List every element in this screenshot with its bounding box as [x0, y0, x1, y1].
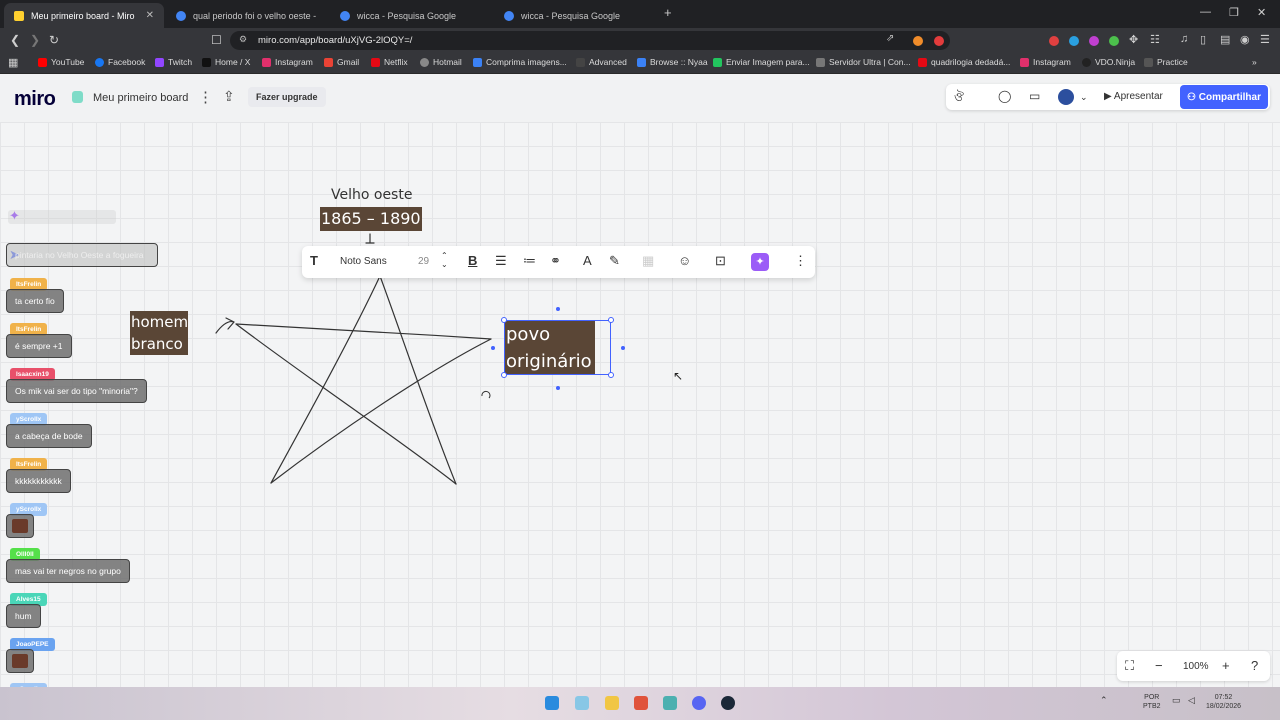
- fill-color-icon[interactable]: ▦: [642, 253, 654, 269]
- chat-message: a cabeça de bode: [6, 424, 92, 448]
- search-taskbar-icon[interactable]: [575, 696, 589, 710]
- chat-message: Os mik vai ser do tipo "minoria"?: [6, 379, 147, 403]
- font-size-stepper-icon[interactable]: ⌃ ⌄: [441, 251, 448, 269]
- tray-chevron-icon[interactable]: ⌃: [1100, 696, 1108, 705]
- resize-handle[interactable]: [608, 372, 614, 378]
- mouse-cursor-icon: ↖: [673, 369, 684, 383]
- discord-icon[interactable]: [692, 696, 706, 710]
- star-stroke-3: [235, 323, 492, 340]
- more-options-icon[interactable]: ⋮: [794, 253, 807, 269]
- share-button[interactable]: ⚇ Compartilhar: [1180, 85, 1268, 109]
- chat-message: kkkkkkkkkkk: [6, 469, 71, 493]
- chat-message-emote: [6, 649, 34, 673]
- share-label: Compartilhar: [1198, 91, 1261, 103]
- lang-text: POR: [1144, 694, 1160, 701]
- connector-point[interactable]: [621, 346, 625, 350]
- highlight-icon[interactable]: ✎: [609, 253, 620, 269]
- network-icon[interactable]: ▭: [1172, 696, 1181, 705]
- connector-stroke: [365, 233, 375, 244]
- miro-top-bar: miro Meu primeiro board ⋮ ⇪ Fazer upgrad…: [0, 74, 1280, 122]
- fit-screen-icon[interactable]: ⛶: [1125, 658, 1134, 674]
- app-icon[interactable]: [663, 696, 677, 710]
- resize-handle[interactable]: [501, 317, 507, 323]
- chat-message: é sempre +1: [6, 334, 72, 358]
- start-icon[interactable]: [545, 696, 559, 710]
- star-stroke-5: [379, 275, 457, 485]
- collaboration-toolbar: ঔ ◯ ▭ ⌄ ▶ Apresentar ⚇ Compartilhar: [946, 84, 1270, 110]
- years-label[interactable]: 1865 – 1890: [320, 207, 422, 231]
- chat-message-emote: [6, 514, 34, 538]
- star-stroke-4: [235, 323, 457, 485]
- language-indicator[interactable]: POR PTB2: [1143, 693, 1161, 711]
- selection-box: [504, 320, 611, 375]
- chevron-down-icon[interactable]: ⌄: [1080, 92, 1088, 103]
- time-text: 07:52: [1214, 694, 1233, 701]
- zoom-in-icon[interactable]: +: [1222, 658, 1230, 673]
- export-icon[interactable]: ⇪: [223, 88, 235, 105]
- upgrade-button[interactable]: Fazer upgrade: [248, 87, 326, 107]
- volume-icon[interactable]: ◁: [1188, 696, 1195, 705]
- zoom-out-icon[interactable]: −: [1155, 658, 1163, 673]
- text-color-icon[interactable]: A: [583, 253, 592, 268]
- resize-handle[interactable]: [608, 317, 614, 323]
- brave-browser-icon[interactable]: [634, 696, 648, 710]
- present-button[interactable]: ▶ Apresentar: [1104, 91, 1163, 102]
- bullet-list-icon[interactable]: ≔: [523, 253, 536, 269]
- ai-assist-icon[interactable]: ✦: [751, 253, 769, 271]
- font-size-field[interactable]: 29: [418, 256, 429, 267]
- lock-icon[interactable]: ⊡: [715, 253, 726, 269]
- chat-message: hum: [6, 604, 41, 628]
- font-family-select[interactable]: Noto Sans: [340, 256, 387, 267]
- board-menu-icon[interactable]: ⋮: [198, 88, 213, 106]
- star-stroke-2: [270, 338, 492, 484]
- arrow-left-stroke: [215, 317, 235, 334]
- chat-message: pintaria no Velho Oeste a fogueira: [6, 243, 158, 267]
- connector-point[interactable]: [491, 346, 495, 350]
- miro-logo[interactable]: miro: [14, 88, 56, 111]
- emote-icon: [12, 654, 28, 668]
- star-stroke-1: [270, 275, 381, 484]
- text-format-toolbar: T Noto Sans 29 ⌃ ⌄ B ☰ ≔ ⚭ A ✎ ▦ ☺ ⊡ ✦ ⋮: [302, 246, 815, 278]
- link-icon[interactable]: ⚭: [550, 253, 561, 269]
- chat-icon[interactable]: ◯: [998, 89, 1011, 103]
- reactions-icon[interactable]: ঔ: [954, 89, 964, 109]
- present-label: Apresentar: [1113, 91, 1163, 102]
- board-title-text[interactable]: Velho oeste: [331, 187, 412, 203]
- avatar[interactable]: [1058, 89, 1074, 105]
- clock[interactable]: 07:52 18/02/2026: [1206, 693, 1241, 711]
- chat-placeholder-bar: [8, 210, 116, 224]
- board-name[interactable]: Meu primeiro board: [93, 92, 188, 104]
- video-call-icon[interactable]: ▭: [1029, 89, 1040, 103]
- board-icon: [72, 91, 83, 103]
- zoom-controls: ⛶ − 100% + ?: [1117, 651, 1270, 681]
- chat-message: ta certo fio: [6, 289, 64, 313]
- rotate-handle-icon[interactable]: [481, 390, 491, 399]
- file-explorer-icon[interactable]: [605, 696, 619, 710]
- steam-icon[interactable]: [721, 696, 735, 710]
- text-type-icon[interactable]: T: [310, 253, 318, 268]
- emote-icon: [12, 519, 28, 533]
- align-left-icon[interactable]: ☰: [495, 253, 507, 269]
- windows-taskbar: ⌃ POR PTB2 ▭ ◁ 07:52 18/02/2026: [0, 687, 1280, 720]
- resize-handle[interactable]: [501, 372, 507, 378]
- zoom-level[interactable]: 100%: [1183, 661, 1209, 672]
- date-text: 18/02/2026: [1206, 703, 1242, 710]
- help-icon[interactable]: ?: [1251, 658, 1258, 673]
- connector-point[interactable]: [556, 386, 560, 390]
- connector-point[interactable]: [556, 307, 560, 311]
- homem-branco-label[interactable]: homem branco: [130, 311, 188, 355]
- comment-icon[interactable]: ☺: [678, 253, 691, 268]
- bold-icon[interactable]: B: [468, 253, 477, 268]
- chat-message: mas vai ter negros no grupo: [6, 559, 130, 583]
- layout-text: PTB2: [1143, 703, 1161, 710]
